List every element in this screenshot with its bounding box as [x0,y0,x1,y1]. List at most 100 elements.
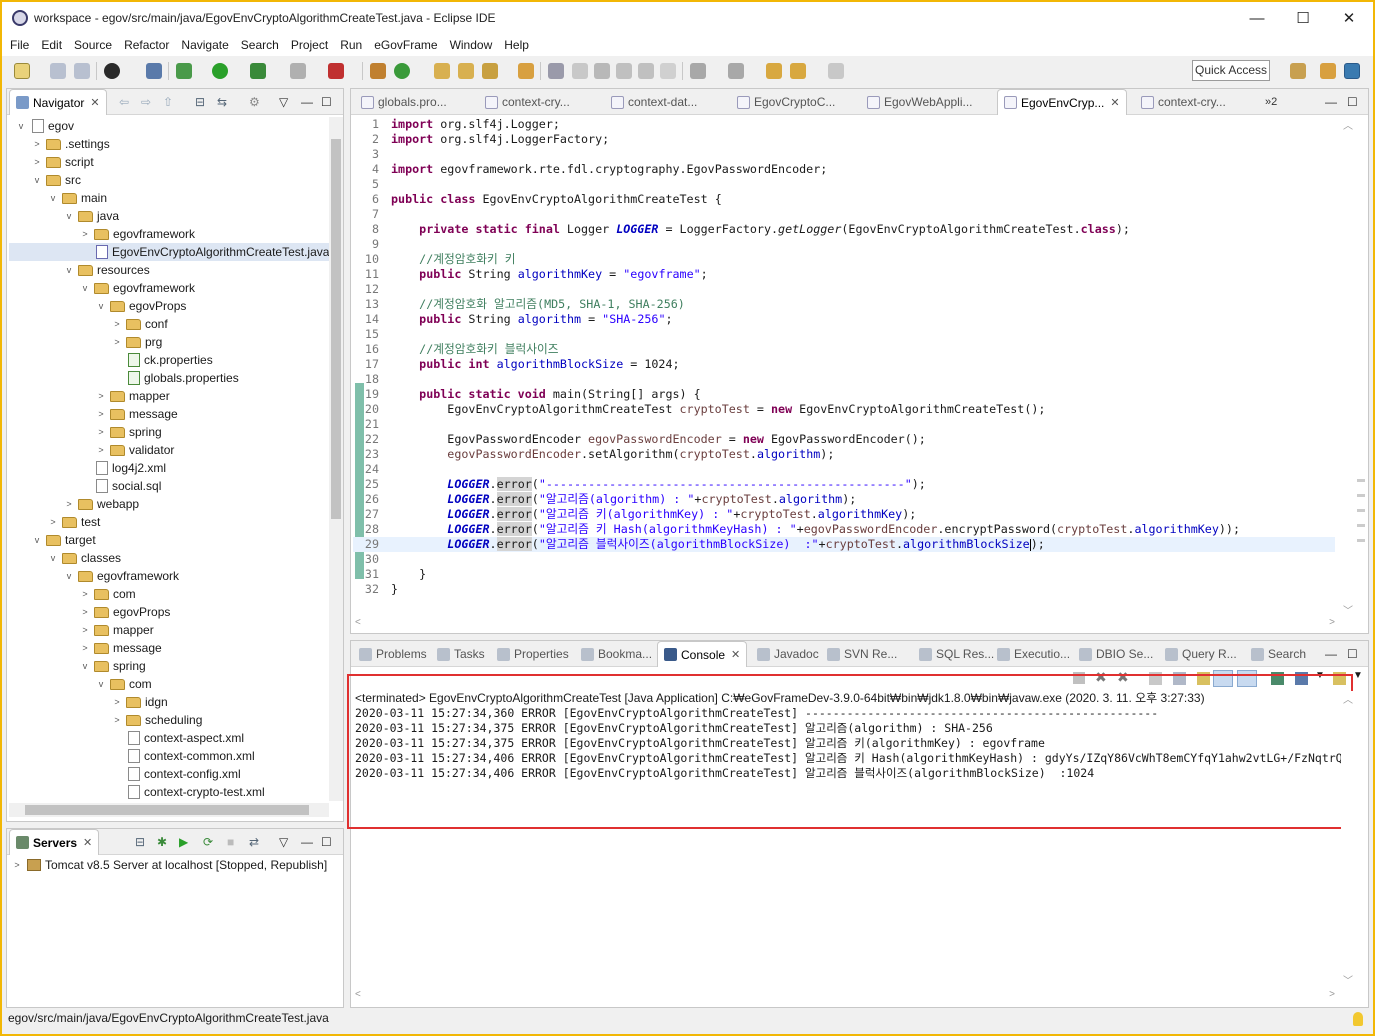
editor-tab[interactable]: EgovWebAppli... [861,89,979,115]
chevron-down-icon[interactable]: v [47,553,59,563]
console-area-tab[interactable]: Javadoc [751,641,825,667]
tree-item[interactable]: > .settings [9,135,109,153]
dropdown-icon[interactable]: ▽ [279,89,288,115]
menu-window[interactable]: Window [444,38,499,52]
open-type-icon[interactable] [434,63,450,79]
tree-item[interactable]: context-aspect.xml [9,729,244,747]
collapse-icon[interactable]: ⊟ [135,829,145,855]
tree-item[interactable]: context-crypto-test.xml [9,783,265,801]
tree-item[interactable]: > webapp [9,495,139,513]
console-area-tab[interactable]: Query R... [1159,641,1243,667]
profile-server-icon[interactable]: ⟳ [203,829,213,855]
chevron-down-icon[interactable]: v [95,679,107,689]
chevron-right-icon[interactable]: > [95,409,107,419]
chevron-right-icon[interactable]: > [31,157,43,167]
debug-server-icon[interactable]: ✱ [157,829,167,855]
tree-item[interactable]: v resources [9,261,150,279]
maximize-view-icon[interactable]: ☐ [321,829,332,855]
chevron-right-icon[interactable]: > [79,625,91,635]
menu-search[interactable]: Search [235,38,285,52]
chevron-right-icon[interactable]: > [111,715,123,725]
run-icon[interactable] [212,63,228,79]
link-editor-icon[interactable]: ⇆ [217,89,227,115]
menu-edit[interactable]: Edit [35,38,68,52]
block-selection-icon[interactable] [616,63,632,79]
chevron-right-icon[interactable]: > [79,643,91,653]
console-area-tab[interactable]: Search [1245,641,1312,667]
tree-item[interactable]: v spring [9,657,146,675]
chevron-right-icon[interactable]: > [95,391,107,401]
chevron-right-icon[interactable]: > [111,319,123,329]
console-area-tab[interactable]: Console ✕ [657,641,748,667]
editor-tab[interactable]: context-cry... [1135,89,1232,115]
annotation-icon[interactable] [548,63,564,79]
menu-project[interactable]: Project [285,38,334,52]
open-resource-icon[interactable] [458,63,474,79]
navigator-vscroll[interactable] [329,117,343,801]
up-nav-icon[interactable]: ⇧ [163,89,173,115]
tree-item[interactable]: v egov [9,117,74,135]
console-area-tab[interactable]: Bookma... [575,641,658,667]
server-item[interactable]: > Tomcat v8.5 Server at localhost [Stopp… [11,855,327,875]
chevron-down-icon[interactable]: v [63,571,75,581]
console-area-tab[interactable]: Problems [353,641,433,667]
show-whitespace-icon[interactable] [660,63,676,79]
close-button[interactable]: ✕ [1326,2,1372,34]
profile-icon[interactable] [104,63,120,79]
maximize-view-icon[interactable]: ☐ [321,89,332,115]
dropdown-icon[interactable]: ▽ [279,829,288,855]
maximize-button[interactable]: ☐ [1280,2,1326,34]
chevron-down-icon[interactable]: v [95,301,107,311]
view-menu-icon[interactable]: ⚙ [249,89,260,115]
tree-item[interactable]: > conf [9,315,167,333]
last-edit-icon[interactable] [766,63,782,79]
minimize-view-icon[interactable]: — [1325,89,1337,115]
build-icon[interactable] [370,63,386,79]
tree-item[interactable]: context-config.xml [9,765,241,783]
editor-vscroll[interactable]: ︿ ﹀ [1341,117,1355,617]
tree-item[interactable]: globals.properties [9,369,239,387]
maximize-view-icon[interactable]: ☐ [1347,641,1358,667]
chevron-down-icon[interactable]: v [79,661,91,671]
publish-icon[interactable]: ⇄ [249,829,259,855]
tab-navigator[interactable]: Navigator ✕ [9,89,107,115]
chevron-right-icon[interactable]: > [31,139,43,149]
tab-servers[interactable]: Servers ✕ [9,829,100,855]
chevron-down-icon[interactable]: v [63,211,75,221]
tree-item[interactable]: > egovframework [9,225,195,243]
tree-item[interactable]: > egovProps [9,603,170,621]
close-icon[interactable]: ✕ [90,96,99,109]
tree-item[interactable]: > spring [9,423,161,441]
close-icon[interactable]: ✕ [731,648,740,661]
menu-egovframe[interactable]: eGovFrame [368,38,443,52]
tree-item[interactable]: > test [9,513,100,531]
chevron-right-icon[interactable]: > [95,427,107,437]
external-tools-icon[interactable] [328,63,344,79]
editor-tab[interactable]: EgovCryptoC... [731,89,841,115]
chevron-down-icon[interactable]: v [31,535,43,545]
menu-file[interactable]: File [2,38,35,52]
chevron-down-icon[interactable]: v [15,121,27,131]
menu-help[interactable]: Help [498,38,535,52]
minimize-view-icon[interactable]: — [1325,641,1337,667]
tree-item[interactable]: > validator [9,441,174,459]
tree-item[interactable]: > mapper [9,621,153,639]
tree-item[interactable]: > scheduling [9,711,202,729]
dropdown-icon[interactable]: ▼ [1353,670,1363,681]
chevron-down-icon[interactable]: v [47,193,59,203]
tree-item[interactable]: > com [9,585,135,603]
minimize-view-icon[interactable]: — [301,89,313,115]
editor-tab[interactable]: EgovEnvCryp... ✕ [997,89,1127,115]
navigator-hscroll[interactable] [9,803,329,817]
chevron-down-icon[interactable]: v [31,175,43,185]
search-toolbar-icon[interactable] [482,63,498,79]
console-hscroll[interactable]: < > [353,989,1339,1003]
tree-item[interactable]: v java [9,207,119,225]
forward-icon[interactable] [828,63,844,79]
tree-item[interactable]: v egovframework [9,567,179,585]
close-icon[interactable]: ✕ [1110,96,1119,109]
tree-item[interactable]: v egovframework [9,279,195,297]
minimize-button[interactable]: — [1234,2,1280,34]
chevron-down-icon[interactable]: v [63,265,75,275]
tree-item[interactable]: > idgn [9,693,167,711]
